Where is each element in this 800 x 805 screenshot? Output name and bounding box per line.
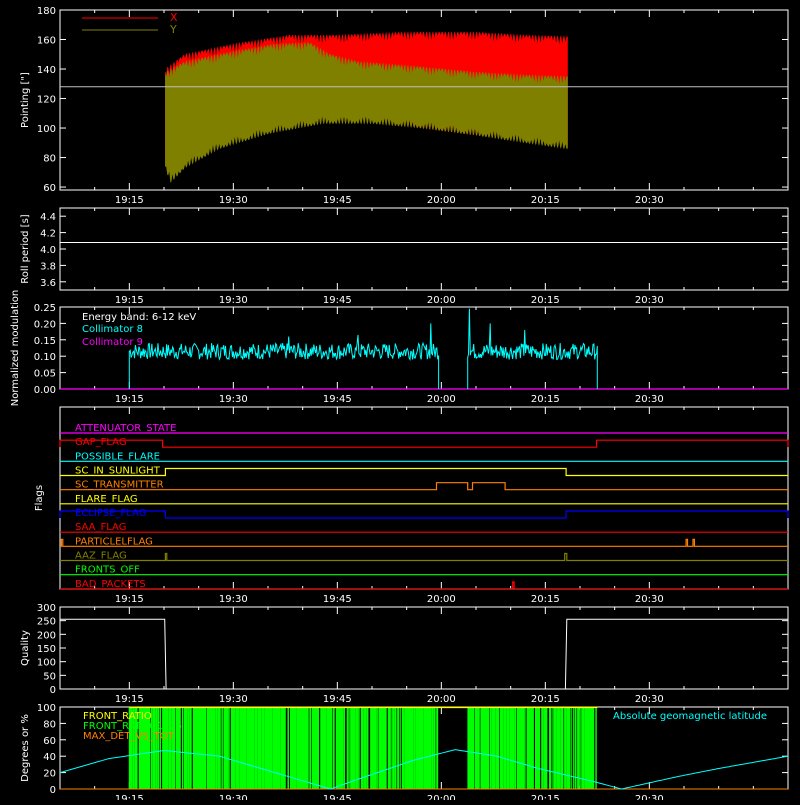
flag-label: FRONTS_OFF: [75, 565, 140, 576]
x-tick-label: 20:30: [635, 594, 664, 605]
x-tick-label: 19:45: [323, 594, 352, 605]
x-tick-label: 20:00: [427, 594, 456, 605]
y-tick-label: 150: [37, 644, 56, 655]
x-tick-label: 20:30: [635, 295, 664, 306]
y-tick-label: 20: [43, 769, 56, 780]
x-tick-label: 20:15: [531, 394, 560, 405]
legend-collimator-9: Collimator 9: [82, 337, 143, 348]
x-tick-label: 19:45: [323, 694, 352, 705]
flag-label: SAA_FLAG: [75, 522, 126, 533]
y-axis-label: Normalized modulation: [10, 290, 21, 407]
y-tick-label: 0.25: [34, 303, 56, 314]
x-tick-label: 19:30: [219, 195, 248, 206]
x-tick-label: 19:30: [219, 794, 248, 800]
x-tick-label: 20:00: [427, 195, 456, 206]
y-tick-label: 0.05: [34, 369, 56, 380]
y-tick-label: 0: [50, 785, 56, 796]
x-tick-label: 20:15: [531, 295, 560, 306]
x-tick-label: 19:30: [219, 394, 248, 405]
y-tick-label: 100: [37, 703, 56, 714]
flag-label: ATTENUATOR_STATE: [75, 423, 176, 434]
x-tick-label: 19:45: [323, 195, 352, 206]
legend-label: MAX_DET_VS_TOT: [83, 731, 175, 742]
y-tick-label: 60: [43, 183, 56, 194]
x-tick-label: 19:15: [115, 195, 144, 206]
x-tick-label: 20:30: [635, 195, 664, 206]
y-tick-label: 3.6: [40, 278, 56, 289]
y-tick-label: 60: [43, 736, 56, 747]
flag-label: FLARE_FLAG: [75, 494, 138, 505]
flag-label: POSSIBLE_FLARE: [75, 451, 160, 462]
latitude-legend-label: Absolute geomagnetic latitude: [613, 711, 767, 722]
y-tick-label: 180: [37, 6, 56, 17]
x-tick-label: 20:00: [427, 794, 456, 800]
y-tick-label: 300: [37, 603, 56, 614]
y-axis-label: Roll period [s]: [20, 214, 31, 283]
x-tick-label: 19:30: [219, 295, 248, 306]
x-tick-label: 20:15: [531, 694, 560, 705]
x-tick-label: 20:00: [427, 295, 456, 306]
flag-label: SC_TRANSMITTER: [75, 480, 164, 491]
x-tick-label: 19:15: [115, 594, 144, 605]
y-axis-label: Quality: [20, 630, 31, 666]
flag-label: GAP_FLAG: [75, 437, 127, 448]
y-tick-label: 140: [37, 65, 56, 76]
flag-label: SC_IN_SUNLIGHT: [75, 466, 161, 477]
x-tick-label: 19:15: [115, 694, 144, 705]
x-tick-label: 19:45: [323, 794, 352, 800]
x-tick-label: 20:30: [635, 694, 664, 705]
y-tick-label: 0: [50, 685, 56, 696]
y-tick-label: 4.4: [40, 212, 56, 223]
y-tick-label: 3.8: [40, 261, 56, 272]
chart-stack: 19:15 19:30 19:45 20:00 20:15 20:30 60 80 100 120…: [0, 0, 800, 805]
y-axis-label: Pointing ["]: [20, 72, 31, 128]
y-tick-label: 40: [43, 752, 56, 763]
energy-band-annotation: Energy band: 6-12 keV: [82, 312, 196, 323]
x-tick-label: 20:15: [531, 195, 560, 206]
y-tick-label: 200: [37, 630, 56, 641]
y-axis-label: Degrees or %: [20, 714, 31, 782]
x-tick-label: 19:15: [115, 794, 144, 800]
y-tick-label: 250: [37, 617, 56, 628]
y-tick-label: 4.2: [40, 229, 56, 240]
plot-window: 19:15 19:30 19:45 20:00 20:15 20:30 60 80 100 120…: [0, 0, 800, 805]
flag-label: PARTICLELFLAG: [75, 536, 153, 547]
x-tick-label: 20:00: [427, 694, 456, 705]
flag-label: BAD_PACKETS: [75, 579, 146, 590]
y-tick-label: 0.10: [34, 352, 56, 363]
y-axis-label: Flags: [34, 485, 45, 511]
y-tick-label: 0.15: [34, 336, 56, 347]
x-tick-label: 19:45: [323, 295, 352, 306]
x-tick-label: 20:00: [427, 394, 456, 405]
x-tick-label: 20:15: [531, 594, 560, 605]
x-tick-label: 20:30: [635, 794, 664, 800]
y-tick-label: 4.0: [40, 245, 56, 256]
x-tick-label: 19:30: [219, 594, 248, 605]
y-tick-label: 120: [37, 95, 56, 106]
x-tick-label: 19:45: [323, 394, 352, 405]
x-tick-label: 19:30: [219, 694, 248, 705]
x-tick-label: 19:15: [115, 394, 144, 405]
y-tick-label: 160: [37, 36, 56, 47]
flag-label: AAZ_FLAG: [75, 551, 127, 562]
x-tick-label: 20:30: [635, 394, 664, 405]
y-tick-label: 50: [43, 671, 56, 682]
flag-label: ECLIPSE_FLAG: [75, 508, 146, 519]
y-tick-label: 80: [43, 719, 56, 730]
legend-collimator-8: Collimator 8: [82, 324, 143, 335]
legend-label-y: Y: [169, 23, 177, 36]
y-tick-label: 80: [43, 154, 56, 165]
y-tick-label: 100: [37, 124, 56, 135]
y-tick-label: 0.00: [34, 385, 56, 396]
x-tick-label: 19:15: [115, 295, 144, 306]
y-tick-label: 100: [37, 658, 56, 669]
y-tick-label: 0.20: [34, 319, 56, 330]
x-tick-label: 20:15: [531, 794, 560, 800]
